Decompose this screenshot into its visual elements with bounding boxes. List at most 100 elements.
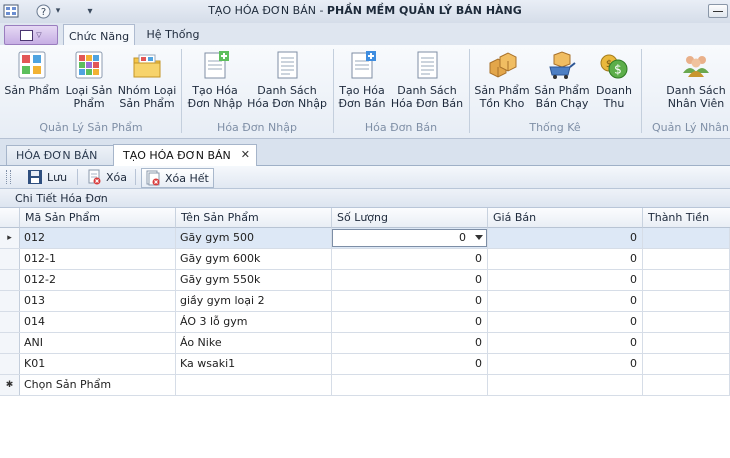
product-name-cell[interactable]: Ka wsaki1: [176, 354, 332, 374]
quantity-cell[interactable]: 0: [332, 312, 488, 332]
new-invoice-icon: [346, 49, 378, 81]
quantity-cell[interactable]: 0: [332, 333, 488, 353]
new-document-icon: [199, 49, 231, 81]
app-menu-icon: [20, 29, 34, 41]
danh-sach-hoa-don-nhap-button[interactable]: Danh Sách Hóa Đơn Nhập: [247, 49, 327, 110]
table-row[interactable]: ANI Áo Nike 0 0: [0, 333, 730, 354]
save-button[interactable]: Lưu: [27, 168, 67, 186]
total-cell[interactable]: [643, 291, 730, 311]
product-grid-icon: [16, 49, 48, 81]
product-name-cell[interactable]: Gãy gym 500: [176, 228, 332, 248]
quantity-cell[interactable]: 0: [332, 291, 488, 311]
total-cell[interactable]: [643, 228, 730, 248]
column-header-ma-san-pham[interactable]: Mã Sản Phẩm: [20, 208, 176, 228]
table-row[interactable]: 012-2 Gãy gym 550k 0 0: [0, 270, 730, 291]
tab-tao-hoa-don-ban[interactable]: TẠO HÓA ĐƠN BÁN ✕: [113, 144, 257, 166]
tao-hoa-don-ban-button[interactable]: Tạo Hóa Đơn Bán: [336, 49, 388, 110]
table-row[interactable]: K01 Ka wsaki1 0 0: [0, 354, 730, 375]
group-label-hoa-don-ban: Hóa Đơn Bán: [364, 121, 438, 134]
product-code-cell[interactable]: 013: [20, 291, 176, 311]
total-cell[interactable]: [643, 354, 730, 374]
row-indicator[interactable]: [0, 354, 20, 374]
column-header-gia-ban[interactable]: Giá Bán: [488, 208, 643, 228]
product-name-cell[interactable]: Gãy gym 600k: [176, 249, 332, 269]
price-cell[interactable]: 0: [488, 312, 643, 332]
row-indicator[interactable]: [0, 291, 20, 311]
total-cell[interactable]: [643, 375, 730, 395]
product-code-cell[interactable]: K01: [20, 354, 176, 374]
column-header-thanh-tien[interactable]: Thành Tiền: [643, 208, 730, 228]
new-row[interactable]: ✱ Chọn Sản Phẩm: [0, 375, 730, 396]
employees-icon: [680, 49, 712, 81]
san-pham-button[interactable]: Sản Phẩm: [4, 49, 60, 97]
table-row[interactable]: 014 ÁO 3 lỗ gym 0 0: [0, 312, 730, 333]
danh-sach-nhan-vien-button[interactable]: Danh Sách Nhân Viên: [662, 49, 730, 110]
column-header-ten-san-pham[interactable]: Tên Sản Phẩm: [176, 208, 332, 228]
quantity-editor[interactable]: 0: [332, 229, 487, 247]
san-pham-ton-kho-button[interactable]: Sản Phẩm Tồn Kho: [474, 49, 530, 110]
toolbar: Lưu Xóa Xóa Hết: [0, 166, 730, 189]
toolbar-grip[interactable]: [6, 170, 11, 184]
document-tab-bar: HÓA ĐƠN BÁN TẠO HÓA ĐƠN BÁN ✕: [0, 139, 730, 166]
price-cell[interactable]: 0: [488, 249, 643, 269]
total-cell[interactable]: [643, 249, 730, 269]
row-indicator[interactable]: ▸: [0, 228, 20, 248]
row-indicator[interactable]: [0, 333, 20, 353]
title-bar: ? ▾ ▾ TẠO HÓA ĐƠN BÁN - PHẦN MỀM QUẢN LÝ…: [0, 0, 730, 24]
price-cell[interactable]: 0: [488, 291, 643, 311]
new-row-indicator: ✱: [0, 375, 20, 395]
product-code-cell[interactable]: 012: [20, 228, 176, 248]
nhom-loai-san-pham-button[interactable]: Nhóm Loại Sản Phẩm: [118, 49, 176, 110]
row-indicator[interactable]: [0, 249, 20, 269]
tao-hoa-don-nhap-button[interactable]: Tạo Hóa Đơn Nhập: [188, 49, 242, 110]
danh-sach-hoa-don-ban-button[interactable]: Danh Sách Hóa Đơn Bán: [391, 49, 463, 110]
product-name-cell[interactable]: Gãy gym 550k: [176, 270, 332, 290]
price-cell[interactable]: 0: [488, 270, 643, 290]
chevron-down-icon[interactable]: [475, 235, 483, 240]
group-label-thong-ke: Thống Kê: [529, 121, 581, 134]
group-label-hoa-don-nhap: Hóa Đơn Nhập: [217, 121, 297, 134]
save-icon: [28, 170, 42, 184]
product-name-cell[interactable]: [176, 375, 332, 395]
total-cell[interactable]: [643, 270, 730, 290]
product-code-cell[interactable]: 012-1: [20, 249, 176, 269]
column-header-so-luong[interactable]: Số Lượng: [332, 208, 488, 228]
product-code-cell[interactable]: ANI: [20, 333, 176, 353]
close-tab-icon[interactable]: ✕: [241, 148, 250, 161]
quantity-cell[interactable]: 0: [332, 354, 488, 374]
tab-hoa-don-ban[interactable]: HÓA ĐƠN BÁN: [6, 145, 117, 165]
product-name-cell[interactable]: giầy gym loại 2: [176, 291, 332, 311]
price-cell[interactable]: 0: [488, 354, 643, 374]
loai-san-pham-button[interactable]: Loại Sản Phẩm: [63, 49, 115, 110]
tab-he-thong[interactable]: Hệ Thống: [140, 24, 206, 45]
delete-button[interactable]: Xóa: [86, 168, 127, 186]
coins-dollar-icon: $ $: [598, 49, 630, 81]
price-cell[interactable]: 0: [488, 333, 643, 353]
row-indicator[interactable]: [0, 312, 20, 332]
price-cell[interactable]: [488, 375, 643, 395]
delete-all-button[interactable]: Xóa Hết: [141, 168, 214, 188]
quantity-cell[interactable]: [332, 375, 488, 395]
san-pham-ban-chay-button[interactable]: Sản Phẩm Bán Chạy: [534, 49, 590, 110]
table-row[interactable]: 012-1 Gãy gym 600k 0 0: [0, 249, 730, 270]
product-code-cell[interactable]: 014: [20, 312, 176, 332]
doanh-thu-button[interactable]: $ $ Doanh Thu: [594, 49, 634, 110]
choose-product-cell[interactable]: Chọn Sản Phẩm: [20, 375, 176, 395]
group-label-quan-ly-nhan-vien: Quản Lý Nhân Viên: [652, 121, 730, 134]
quantity-cell[interactable]: 0: [332, 270, 488, 290]
table-row[interactable]: ▸ 012 Gãy gym 500 0 0: [0, 228, 730, 249]
tab-chuc-nang[interactable]: Chức Năng: [63, 24, 135, 47]
quantity-cell[interactable]: 0: [332, 249, 488, 269]
delete-all-icon: [146, 170, 160, 186]
minimize-button[interactable]: [708, 4, 728, 18]
total-cell[interactable]: [643, 312, 730, 332]
total-cell[interactable]: [643, 333, 730, 353]
grid-caption: Chi Tiết Hóa Đơn: [0, 189, 730, 208]
product-code-cell[interactable]: 012-2: [20, 270, 176, 290]
product-name-cell[interactable]: Áo Nike: [176, 333, 332, 353]
application-menu-button[interactable]: ▽: [4, 25, 58, 45]
product-name-cell[interactable]: ÁO 3 lỗ gym: [176, 312, 332, 332]
row-indicator[interactable]: [0, 270, 20, 290]
price-cell[interactable]: 0: [488, 228, 643, 248]
table-row[interactable]: 013 giầy gym loại 200: [0, 291, 730, 312]
